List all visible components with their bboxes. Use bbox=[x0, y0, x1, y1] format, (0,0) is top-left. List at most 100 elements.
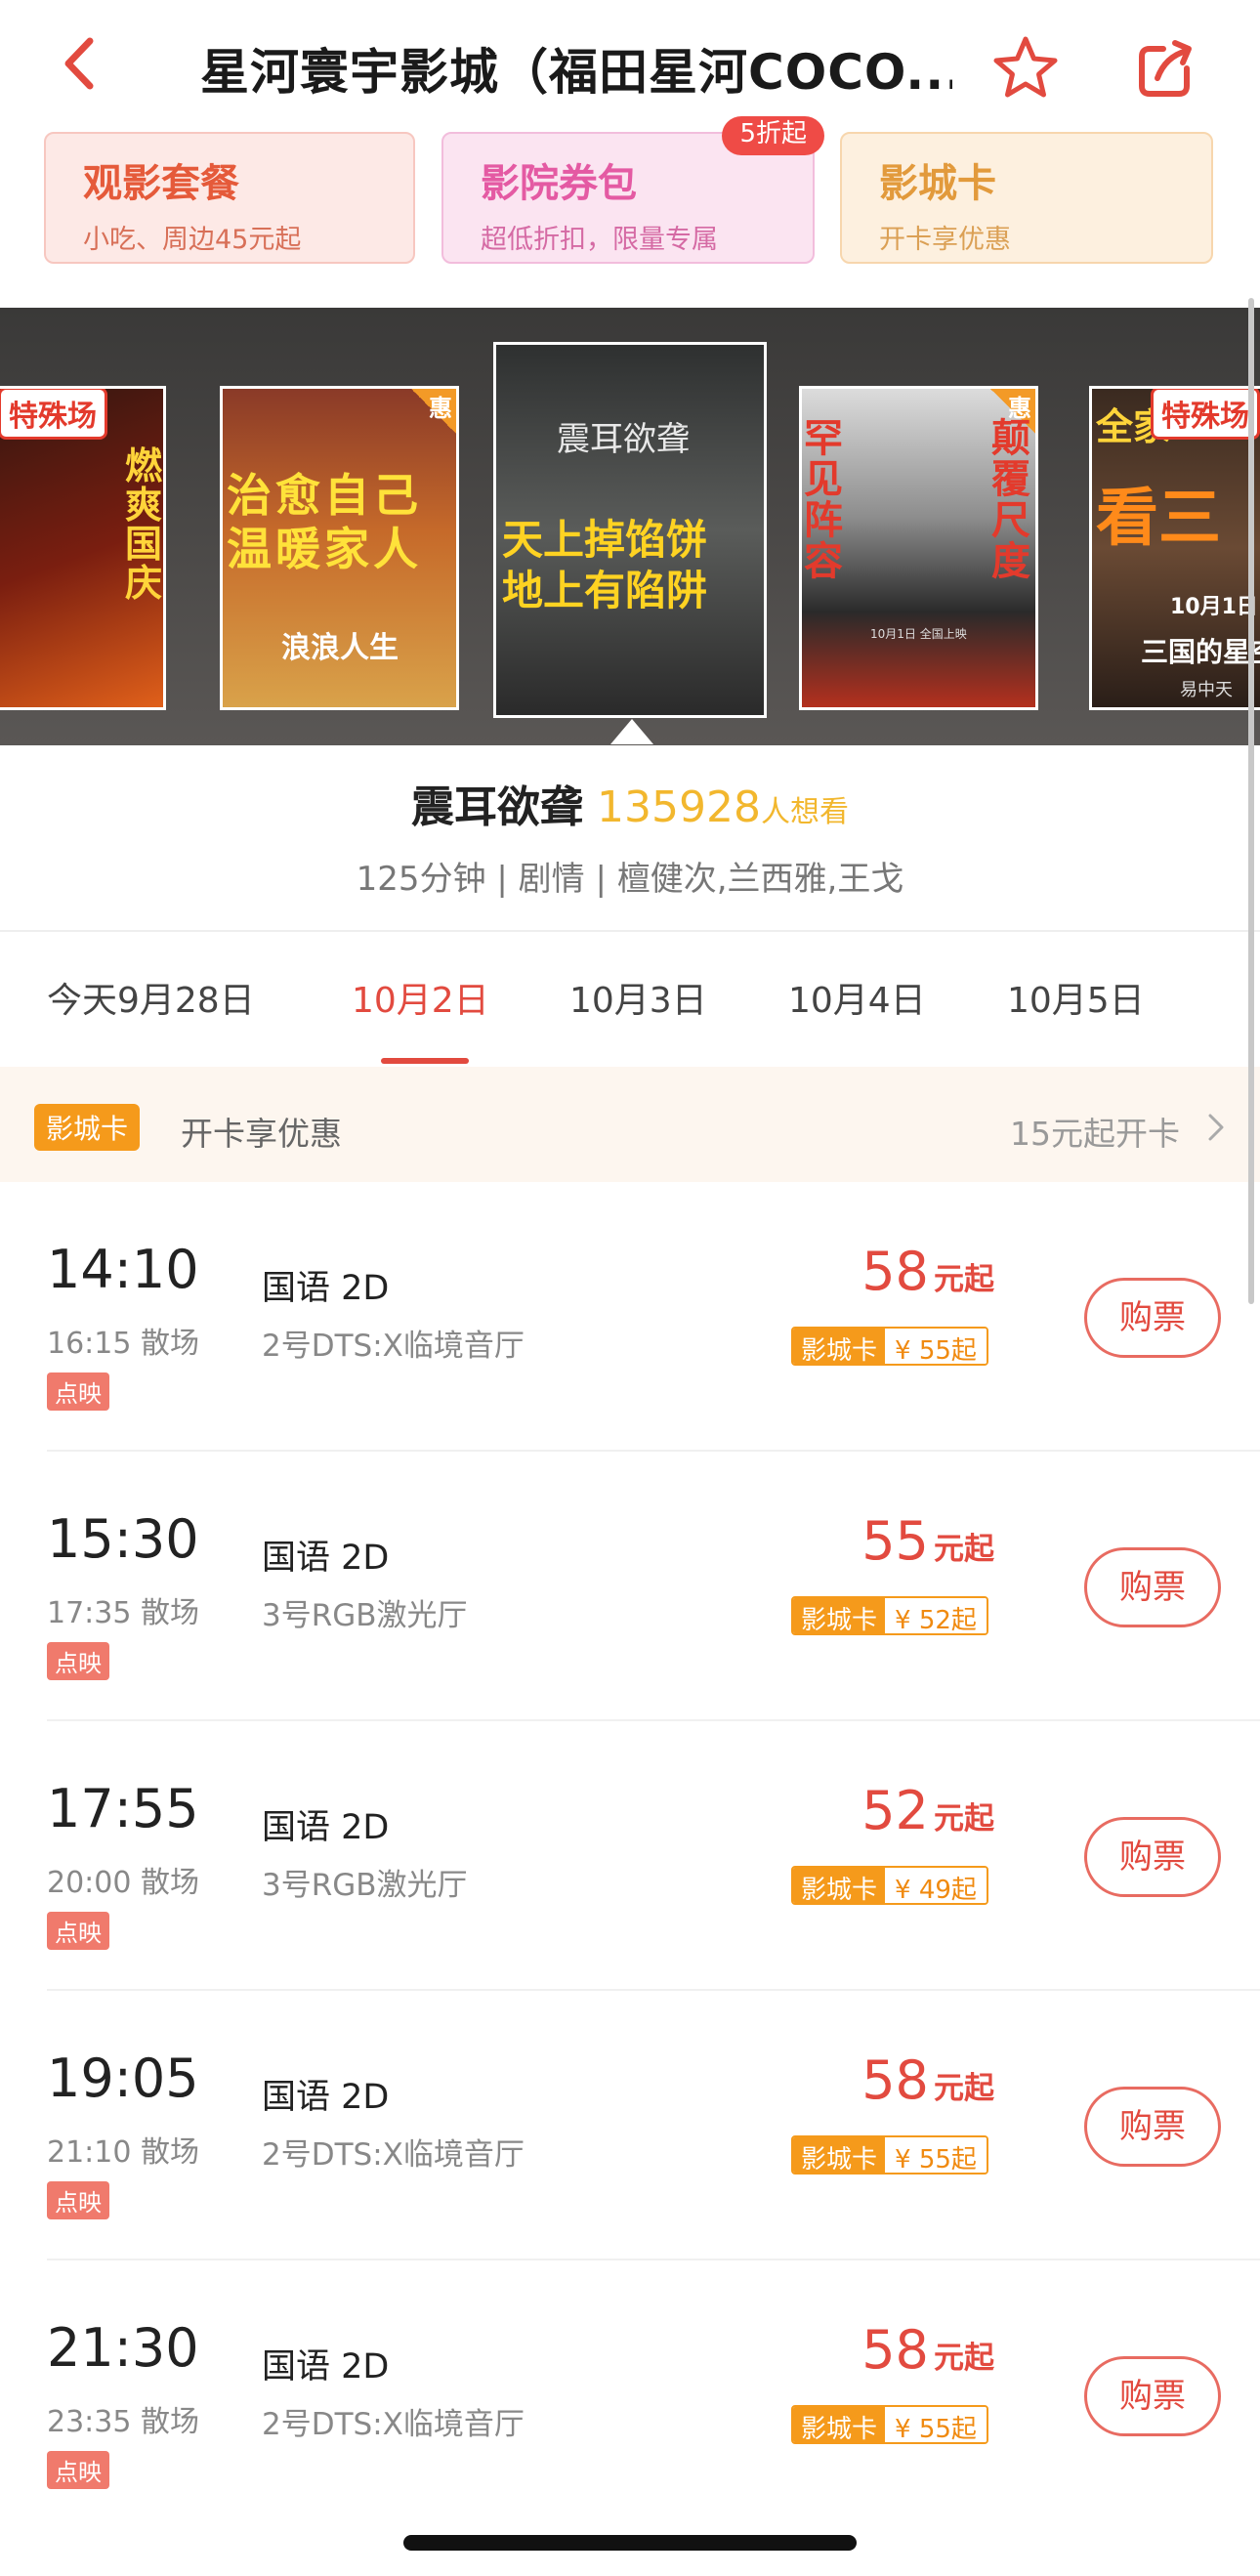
showtime-row: 21:30 23:35 散场 点映 国语 2D 2号DTS:X临境音厅 58 元… bbox=[0, 2260, 1260, 2530]
card-price-label: 影城卡 bbox=[793, 2137, 886, 2173]
end-time: 21:10 散场 bbox=[47, 2135, 199, 2170]
card-price-value: ¥ 55起 bbox=[885, 2407, 987, 2442]
price: 58 元起 bbox=[861, 2049, 994, 2111]
poster-text: 浪浪人生 bbox=[281, 631, 399, 665]
home-indicator[interactable] bbox=[403, 2535, 857, 2551]
poster-text: 看三 bbox=[1096, 483, 1221, 555]
tab-oct-2[interactable]: 10月2日 bbox=[352, 972, 489, 1023]
scrollbar[interactable] bbox=[1248, 298, 1254, 1304]
showtime-row: 15:30 17:35 散场 点映 国语 2D 3号RGB激光厅 55 元起 影… bbox=[0, 1452, 1260, 1721]
card-price-label: 影城卡 bbox=[793, 1598, 886, 1633]
poster-text: 罕见阵容 bbox=[804, 416, 843, 584]
want-count: 135928 bbox=[597, 782, 761, 832]
special-screening-tag: 特殊场 bbox=[0, 389, 107, 440]
promo-title: 影院券包 bbox=[481, 161, 637, 206]
card-price-value: ¥ 55起 bbox=[885, 1329, 987, 1364]
selected-poster-pointer bbox=[610, 719, 653, 744]
tab-oct-4[interactable]: 10月4日 bbox=[788, 972, 926, 1023]
start-time: 17:55 bbox=[47, 1778, 199, 1839]
buy-ticket-button[interactable]: 购票 bbox=[1084, 2087, 1221, 2167]
card-banner-text: 开卡享优惠 bbox=[181, 1115, 342, 1153]
price-unit: 元起 bbox=[934, 1532, 994, 1567]
share-button[interactable] bbox=[1128, 29, 1206, 107]
cinema-card-banner[interactable]: 影城卡 开卡享优惠 15元起开卡 bbox=[0, 1067, 1260, 1182]
start-time: 15:30 bbox=[47, 1508, 199, 1570]
hall-name: 3号RGB激光厅 bbox=[262, 1868, 468, 1903]
price: 58 元起 bbox=[861, 2319, 994, 2381]
start-time: 14:10 bbox=[47, 1239, 199, 1300]
preview-tag: 点映 bbox=[47, 1372, 109, 1411]
poster-subtitle: 三国的星空 bbox=[1141, 636, 1260, 668]
chevron-right-icon bbox=[1208, 1114, 1224, 1141]
poster-small-text: 10月1日 全国上映 bbox=[870, 627, 967, 641]
divider bbox=[0, 930, 1260, 932]
movie-poster[interactable]: 惠 罕见阵容 颠覆尺度 10月1日 全国上映 bbox=[799, 386, 1038, 710]
card-price: 影城卡 ¥ 55起 bbox=[791, 2135, 988, 2175]
promo-title: 观影套餐 bbox=[83, 161, 239, 206]
want-label: 人想看 bbox=[760, 795, 849, 829]
discount-corner-tag: 惠 bbox=[409, 389, 456, 436]
tab-oct-3[interactable]: 10月3日 bbox=[569, 972, 707, 1023]
card-price-value: ¥ 49起 bbox=[885, 1868, 987, 1903]
poster-text: 地上有陷阱 bbox=[502, 567, 708, 614]
price-unit: 元起 bbox=[934, 1801, 994, 1837]
poster-title: 震耳欲聋 bbox=[557, 420, 690, 459]
special-screening-tag: 特殊场 bbox=[1151, 389, 1260, 440]
card-price-value: ¥ 55起 bbox=[885, 2137, 987, 2173]
promo-subtitle: 小吃、周边45元起 bbox=[83, 225, 302, 255]
end-time: 23:35 散场 bbox=[47, 2405, 199, 2439]
card-tag: 影城卡 bbox=[34, 1104, 141, 1151]
poster-small-text: 易中天 bbox=[1180, 680, 1233, 700]
card-price: 影城卡 ¥ 49起 bbox=[791, 1866, 988, 1905]
end-time: 20:00 散场 bbox=[47, 1866, 199, 1900]
favorite-button[interactable] bbox=[987, 29, 1065, 107]
poster-date: 10月1日 bbox=[1170, 595, 1258, 619]
hall-name: 2号DTS:X临境音厅 bbox=[262, 2137, 525, 2173]
app-header: 星河寰宇影城（福田星河COCO... bbox=[0, 0, 1260, 127]
preview-tag: 点映 bbox=[47, 2451, 109, 2489]
buy-ticket-button[interactable]: 购票 bbox=[1084, 1547, 1221, 1627]
promo-snack-combo[interactable]: 观影套餐 小吃、周边45元起 bbox=[44, 132, 415, 264]
chevron-left-icon bbox=[64, 37, 94, 90]
card-price-label: 影城卡 bbox=[793, 1329, 886, 1364]
language-format: 国语 2D bbox=[262, 2347, 390, 2386]
movie-poster[interactable]: 燃爽国庆 特殊场 bbox=[0, 386, 166, 710]
back-button[interactable] bbox=[49, 29, 117, 98]
price-value: 58 bbox=[861, 2049, 929, 2111]
price-value: 58 bbox=[861, 1241, 929, 1302]
price-value: 58 bbox=[861, 2319, 929, 2381]
card-price-value: ¥ 52起 bbox=[885, 1598, 987, 1633]
start-time: 19:05 bbox=[47, 2048, 199, 2109]
poster-text: 温暖家人 bbox=[227, 523, 422, 575]
movie-poster-carousel[interactable]: 燃爽国庆 特殊场 惠 治愈自己 温暖家人 浪浪人生 震耳欲聋 天上掉馅饼 地上有… bbox=[0, 308, 1260, 745]
preview-tag: 点映 bbox=[47, 1912, 109, 1950]
price-value: 52 bbox=[861, 1780, 929, 1841]
showtime-row: 19:05 21:10 散场 点映 国语 2D 2号DTS:X临境音厅 58 元… bbox=[0, 1991, 1260, 2260]
end-time: 16:15 散场 bbox=[47, 1327, 199, 1361]
share-icon bbox=[1139, 40, 1192, 97]
price-value: 55 bbox=[861, 1510, 929, 1572]
buy-ticket-button[interactable]: 购票 bbox=[1084, 1278, 1221, 1358]
movie-poster-selected[interactable]: 震耳欲聋 天上掉馅饼 地上有陷阱 bbox=[493, 342, 767, 718]
hall-name: 2号DTS:X临境音厅 bbox=[262, 1329, 525, 1364]
movie-poster[interactable]: 全家一 看三 10月1日 三国的星空 易中天 特殊场 bbox=[1089, 386, 1260, 710]
movie-poster[interactable]: 惠 治愈自己 温暖家人 浪浪人生 bbox=[220, 386, 459, 710]
buy-ticket-button[interactable]: 购票 bbox=[1084, 2356, 1221, 2436]
end-time: 17:35 散场 bbox=[47, 1596, 199, 1630]
promo-subtitle: 超低折扣，限量专属 bbox=[481, 225, 718, 255]
promo-coupon-pack[interactable]: 5折起 影院券包 超低折扣，限量专属 bbox=[441, 116, 824, 264]
buy-ticket-button[interactable]: 购票 bbox=[1084, 1817, 1221, 1897]
promo-cinema-card[interactable]: 影城卡 开卡享优惠 bbox=[840, 132, 1213, 264]
cinema-title: 星河寰宇影城（福田星河COCO... bbox=[200, 44, 952, 101]
language-format: 国语 2D bbox=[262, 1539, 390, 1578]
movie-meta: 125分钟 | 剧情 | 檀健次,兰西雅,王戈 bbox=[356, 860, 904, 899]
tab-oct-5[interactable]: 10月5日 bbox=[1007, 972, 1145, 1023]
tab-sep-28[interactable]: 今天9月28日 bbox=[47, 972, 255, 1023]
date-tabs: 今天9月28日 10月2日 10月3日 10月4日 10月5日 bbox=[0, 933, 1260, 1065]
hall-name: 2号DTS:X临境音厅 bbox=[262, 2407, 525, 2442]
poster-text: 天上掉馅饼 bbox=[502, 516, 708, 564]
preview-tag: 点映 bbox=[47, 1642, 109, 1680]
language-format: 国语 2D bbox=[262, 2078, 390, 2117]
poster-text: 颠覆尺度 bbox=[991, 416, 1030, 584]
price-unit: 元起 bbox=[934, 2071, 994, 2106]
